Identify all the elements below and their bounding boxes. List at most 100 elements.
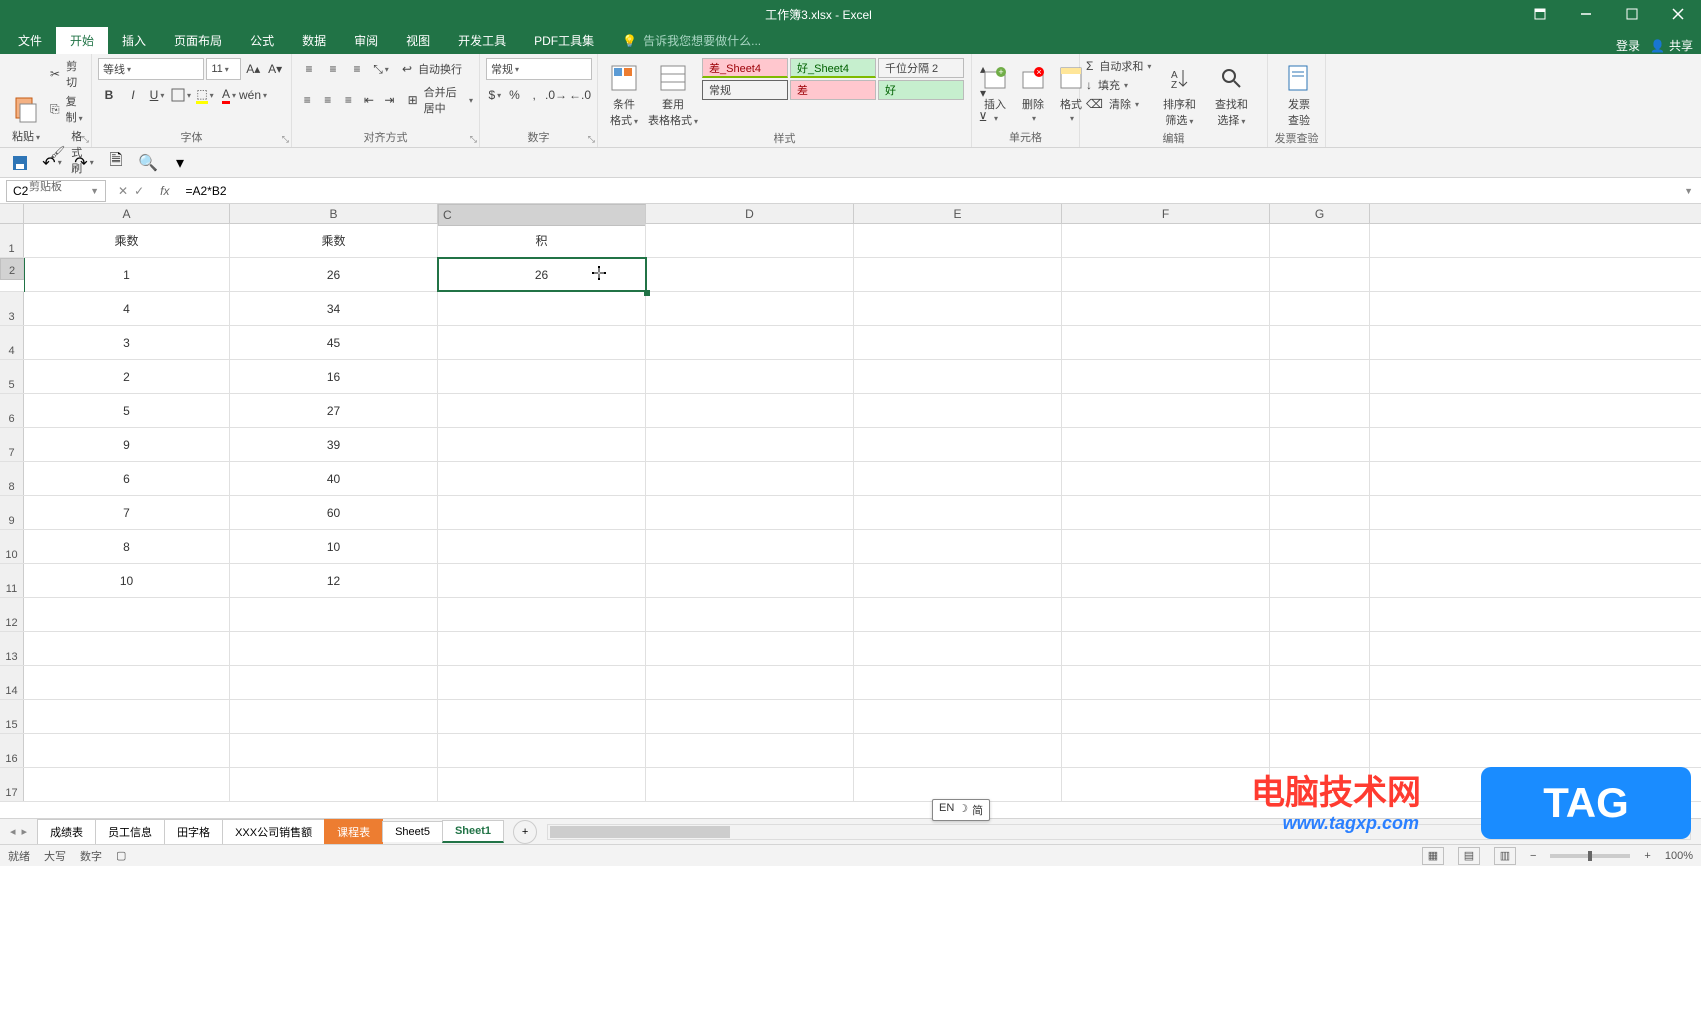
cell-F7[interactable] xyxy=(1062,428,1270,461)
grow-font-button[interactable]: A▴ xyxy=(243,58,263,80)
cell-F8[interactable] xyxy=(1062,462,1270,495)
cell-F5[interactable] xyxy=(1062,360,1270,393)
row-header-14[interactable]: 14 xyxy=(0,666,24,699)
indent-increase-button[interactable]: ⇥ xyxy=(380,89,399,111)
cut-button[interactable]: ✂剪切 xyxy=(50,58,85,90)
style-normal[interactable]: 常规 xyxy=(702,80,788,100)
cell-E6[interactable] xyxy=(854,394,1062,427)
row-header-3[interactable]: 3 xyxy=(0,292,24,325)
hscroll-thumb[interactable] xyxy=(550,826,730,838)
cell-D3[interactable] xyxy=(646,292,854,325)
row-header-7[interactable]: 7 xyxy=(0,428,24,461)
cell-A2[interactable]: 1 xyxy=(24,258,230,291)
cell-C15[interactable] xyxy=(438,700,646,733)
insert-cells-button[interactable]: +插入 xyxy=(978,58,1012,124)
number-format-select[interactable]: 常规 xyxy=(486,58,592,80)
zoom-in-button[interactable]: + xyxy=(1644,850,1650,862)
sort-filter-button[interactable]: AZ排序和筛选 xyxy=(1155,58,1203,128)
cell-D10[interactable] xyxy=(646,530,854,563)
minimize-icon[interactable] xyxy=(1563,0,1609,28)
cell-D4[interactable] xyxy=(646,326,854,359)
tab-dev[interactable]: 开发工具 xyxy=(444,27,520,54)
cell-G10[interactable] xyxy=(1270,530,1370,563)
cell-D9[interactable] xyxy=(646,496,854,529)
sheet-tab-4[interactable]: XXX公司销售额 xyxy=(222,819,325,844)
new-button[interactable]: 🗎 xyxy=(106,153,126,173)
tab-review[interactable]: 审阅 xyxy=(340,27,392,54)
tab-file[interactable]: 文件 xyxy=(4,27,56,54)
cell-G13[interactable] xyxy=(1270,632,1370,665)
fill-handle[interactable] xyxy=(644,290,650,296)
view-pagelayout-button[interactable]: ▤ xyxy=(1458,847,1480,865)
cell-G8[interactable] xyxy=(1270,462,1370,495)
cell-D16[interactable] xyxy=(646,734,854,767)
cell-F16[interactable] xyxy=(1062,734,1270,767)
fill-button[interactable]: ↓填充 xyxy=(1086,77,1151,93)
cell-C6[interactable] xyxy=(438,394,646,427)
accounting-format-button[interactable]: $ xyxy=(486,84,504,106)
ime-indicator[interactable]: EN ☽ 简 xyxy=(932,799,990,821)
style-bad-sheet4[interactable]: 差_Sheet4 xyxy=(702,58,788,78)
indent-decrease-button[interactable]: ⇤ xyxy=(360,89,379,111)
cell-F4[interactable] xyxy=(1062,326,1270,359)
tab-layout[interactable]: 页面布局 xyxy=(160,27,236,54)
sheet-nav-first-icon[interactable]: ◂ xyxy=(10,825,16,838)
sheet-tab-3[interactable]: 田字格 xyxy=(164,819,223,844)
cell-E17[interactable] xyxy=(854,768,1062,801)
cell-F6[interactable] xyxy=(1062,394,1270,427)
cell-E4[interactable] xyxy=(854,326,1062,359)
font-launcher-icon[interactable]: ⤡ xyxy=(282,134,289,145)
cell-F11[interactable] xyxy=(1062,564,1270,597)
wrap-text-button[interactable]: ↩自动换行 xyxy=(402,61,462,77)
cell-F17[interactable] xyxy=(1062,768,1270,801)
cell-C8[interactable] xyxy=(438,462,646,495)
zoom-level[interactable]: 100% xyxy=(1665,850,1693,862)
cell-B7[interactable]: 39 xyxy=(230,428,438,461)
cell-G2[interactable] xyxy=(1270,258,1370,291)
cell-D1[interactable] xyxy=(646,224,854,257)
macro-record-icon[interactable]: ▢ xyxy=(116,849,126,862)
col-header-G[interactable]: G xyxy=(1270,204,1370,223)
cell-F3[interactable] xyxy=(1062,292,1270,325)
cell-B13[interactable] xyxy=(230,632,438,665)
row-header-8[interactable]: 8 xyxy=(0,462,24,495)
col-header-B[interactable]: B xyxy=(230,204,438,223)
sheet-nav-last-icon[interactable]: ▸ xyxy=(22,825,28,838)
style-thousands[interactable]: 千位分隔 2 xyxy=(878,58,964,78)
cell-C7[interactable] xyxy=(438,428,646,461)
cell-C13[interactable] xyxy=(438,632,646,665)
sheet-tab-5[interactable]: 课程表 xyxy=(324,819,383,844)
cell-C3[interactable] xyxy=(438,292,646,325)
cell-B6[interactable]: 27 xyxy=(230,394,438,427)
tab-home[interactable]: 开始 xyxy=(56,27,108,54)
close-icon[interactable] xyxy=(1655,0,1701,28)
cell-B10[interactable]: 10 xyxy=(230,530,438,563)
cell-E11[interactable] xyxy=(854,564,1062,597)
enter-formula-icon[interactable]: ✓ xyxy=(134,184,144,198)
style-good-sheet4[interactable]: 好_Sheet4 xyxy=(790,58,876,78)
sheet-tab-2[interactable]: 员工信息 xyxy=(95,819,165,844)
cell-A3[interactable]: 4 xyxy=(24,292,230,325)
cell-C5[interactable] xyxy=(438,360,646,393)
cell-F15[interactable] xyxy=(1062,700,1270,733)
add-sheet-button[interactable]: + xyxy=(513,820,537,844)
align-right-button[interactable]: ≡ xyxy=(339,89,358,111)
find-select-button[interactable]: 查找和选择 xyxy=(1207,58,1255,128)
row-header-4[interactable]: 4 xyxy=(0,326,24,359)
spreadsheet-grid[interactable]: A B C D E F G 1乘数乘数积21262634344345521665… xyxy=(0,204,1701,818)
col-header-A[interactable]: A xyxy=(24,204,230,223)
cell-C16[interactable] xyxy=(438,734,646,767)
cell-D7[interactable] xyxy=(646,428,854,461)
sheet-tab-6[interactable]: Sheet5 xyxy=(382,821,443,842)
cell-D5[interactable] xyxy=(646,360,854,393)
cell-A16[interactable] xyxy=(24,734,230,767)
font-name-select[interactable]: 等线 xyxy=(98,58,204,80)
cell-G15[interactable] xyxy=(1270,700,1370,733)
cell-A14[interactable] xyxy=(24,666,230,699)
cell-C10[interactable] xyxy=(438,530,646,563)
italic-button[interactable]: I xyxy=(122,84,144,106)
row-header-6[interactable]: 6 xyxy=(0,394,24,427)
row-header-1[interactable]: 1 xyxy=(0,224,24,257)
col-header-E[interactable]: E xyxy=(854,204,1062,223)
cell-F10[interactable] xyxy=(1062,530,1270,563)
